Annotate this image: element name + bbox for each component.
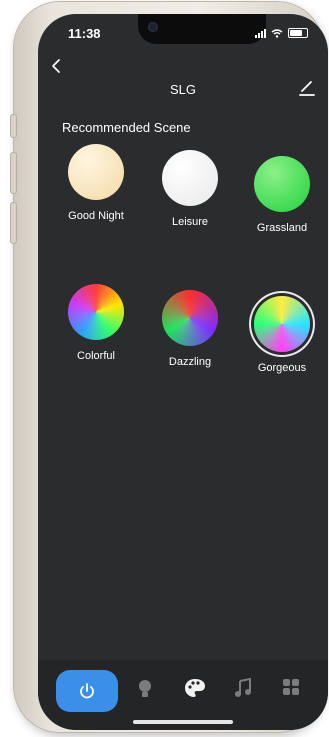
scene-item[interactable]: Good Night (56, 144, 136, 222)
wifi-icon (271, 28, 283, 38)
music-icon (235, 678, 251, 697)
bulb-icon (139, 680, 151, 697)
page-title: SLG (169, 82, 196, 97)
scene-item[interactable]: Grassland (242, 156, 322, 234)
scene-label: Good Night (68, 210, 124, 222)
power-icon (80, 683, 94, 699)
app-screen: 11:38 SLG Recommended Scene Good Night Le… (38, 14, 328, 730)
volume-down-button (10, 202, 17, 244)
edit-pencil-icon[interactable] (298, 78, 316, 98)
scene-color-swatch (68, 284, 124, 340)
scene-item[interactable]: Colorful (56, 284, 136, 362)
tab-more[interactable] (282, 678, 300, 696)
tab-light[interactable] (136, 678, 154, 700)
tab-power[interactable] (56, 670, 118, 712)
status-icons (255, 28, 308, 38)
volume-up-button (10, 152, 17, 194)
scene-color-swatch (254, 156, 310, 212)
scene-label: Gorgeous (257, 362, 307, 374)
chevron-left-icon[interactable] (50, 58, 62, 74)
palette-icon (185, 679, 205, 697)
section-title: Recommended Scene (62, 120, 191, 135)
notch (138, 14, 266, 44)
scene-label: Leisure (171, 216, 209, 228)
scene-color-swatch (68, 144, 124, 200)
tab-music[interactable] (234, 678, 252, 698)
status-time: 11:38 (68, 26, 101, 41)
phone-frame: 11:38 SLG Recommended Scene Good Night Le… (10, 2, 328, 732)
scene-label: Colorful (77, 350, 115, 362)
grid-icon (283, 679, 299, 695)
signal-icon (255, 28, 266, 38)
scene-item[interactable]: Gorgeous (242, 296, 322, 374)
scene-color-swatch (254, 296, 310, 352)
scene-label: Dazzling (168, 356, 212, 368)
scene-label: Grassland (256, 222, 308, 234)
scene-item[interactable]: Dazzling (150, 290, 230, 368)
scene-color-swatch (162, 290, 218, 346)
home-indicator (133, 720, 233, 724)
scene-item[interactable]: Leisure (150, 150, 230, 228)
battery-icon (288, 28, 308, 38)
tab-bar (38, 660, 328, 730)
scene-color-swatch (162, 150, 218, 206)
camera-icon (148, 22, 158, 32)
tab-scene[interactable] (184, 678, 206, 698)
silent-switch (10, 114, 17, 138)
